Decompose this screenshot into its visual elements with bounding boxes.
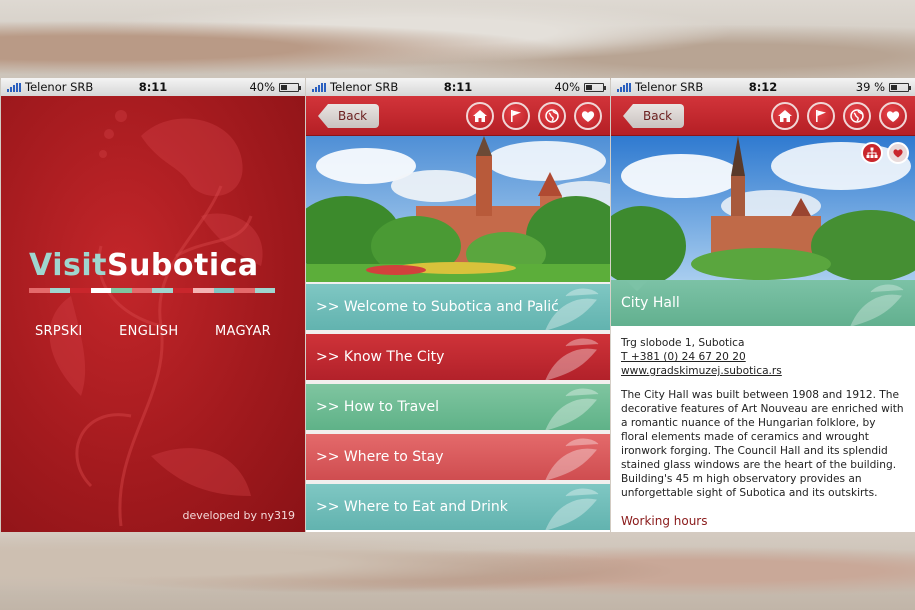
city-hall-photo (306, 136, 610, 282)
signal-icon (312, 82, 326, 92)
language-srpski-button[interactable]: SRPSKI (35, 324, 83, 339)
favorite-heart-icon[interactable] (887, 142, 909, 164)
battery-icon (584, 82, 606, 92)
menu-item-label: >> How to Travel (316, 399, 440, 415)
menu-item-label: >> Know The City (316, 349, 445, 365)
developer-credit: developed by ny319 (182, 509, 295, 522)
globe-icon[interactable] (538, 102, 566, 130)
flag-icon[interactable] (502, 102, 530, 130)
carrier-name: Telenor SRB (635, 80, 704, 94)
nav-bar: Back (306, 96, 610, 136)
battery-percent: 40% (249, 80, 275, 94)
swirl-ornament-icon (545, 288, 599, 330)
home-icon[interactable] (466, 102, 494, 130)
splash-background: VisitSubotica SRPSKI ENGLISH MAGYAR deve… (1, 96, 305, 532)
detail-info: Trg slobode 1, Subotica T +381 (0) 24 67… (611, 326, 915, 500)
battery-percent: 39 % (855, 80, 885, 94)
menu-item-where-to-eat[interactable]: >> Where to Eat and Drink (306, 484, 610, 530)
clock: 8:11 (443, 80, 473, 94)
heart-icon[interactable] (574, 102, 602, 130)
address-text: Trg slobode 1, Subotica (621, 337, 745, 349)
language-selector: SRPSKI ENGLISH MAGYAR (35, 324, 271, 339)
menu-item-welcome[interactable]: >> Welcome to Subotica and Palić (306, 284, 610, 330)
menu-item-label: >> Welcome to Subotica and Palić (316, 299, 559, 315)
page-title: City Hall (621, 295, 680, 311)
app-logo: VisitSubotica (29, 248, 259, 283)
language-magyar-button[interactable]: MAGYAR (215, 324, 271, 339)
flag-icon[interactable] (807, 102, 835, 130)
home-icon[interactable] (771, 102, 799, 130)
main-menu: >> Welcome to Subotica and Palić >> Know… (306, 282, 610, 530)
swirl-ornament-icon (850, 284, 904, 326)
background-city-top (0, 0, 915, 80)
battery-fill (891, 84, 897, 90)
status-bar: Telenor SRB 8:11 40% (1, 78, 305, 96)
carrier-name: Telenor SRB (330, 80, 399, 94)
signal-icon (7, 82, 21, 92)
phone-link[interactable]: T +381 (0) 24 67 20 20 (621, 350, 905, 364)
detail-title-bar: City Hall (611, 280, 915, 326)
detail-actions (861, 142, 909, 164)
description-text: The City Hall was built between 1908 and… (621, 389, 904, 499)
swirl-ornament-icon (545, 338, 599, 380)
back-button[interactable]: Back (623, 104, 685, 128)
website-link[interactable]: www.gradskimuzej.subotica.rs (621, 364, 905, 378)
city-hall-detail-photo (611, 136, 915, 280)
menu-item-where-to-stay[interactable]: >> Where to Stay (306, 434, 610, 480)
signal-icon (617, 82, 631, 92)
battery-icon (889, 82, 911, 92)
working-hours-label[interactable]: Working hours (621, 514, 708, 528)
clock: 8:11 (138, 80, 168, 94)
phone-screen-menu: Telenor SRB 8:11 40% Back >> Welcome to … (306, 78, 610, 532)
clock: 8:12 (748, 80, 778, 94)
logo-visit: Visit (29, 248, 107, 283)
battery-percent: 40% (554, 80, 580, 94)
battery-icon (279, 82, 301, 92)
nav-bar: Back (611, 96, 915, 136)
swirl-ornament-icon (545, 438, 599, 480)
language-english-button[interactable]: ENGLISH (119, 324, 178, 339)
back-button[interactable]: Back (318, 104, 380, 128)
swirl-ornament-icon (545, 488, 599, 530)
swirl-ornament-icon (545, 388, 599, 430)
background-city-bottom (0, 532, 915, 610)
menu-item-know-the-city[interactable]: >> Know The City (306, 334, 610, 380)
carrier-name: Telenor SRB (25, 80, 94, 94)
title-notch (625, 280, 649, 292)
phone-screen-city-hall: Telenor SRB 8:12 39 % Back City Hall Trg… (611, 78, 915, 532)
nav-icons (771, 102, 907, 130)
floral-ornament-icon (49, 110, 263, 527)
battery-fill (586, 84, 592, 90)
battery-fill (281, 84, 287, 90)
phone-screen-splash: Telenor SRB 8:11 40% VisitSubotica SRPSK… (1, 78, 305, 532)
globe-icon[interactable] (843, 102, 871, 130)
menu-item-how-to-travel[interactable]: >> How to Travel (306, 384, 610, 430)
status-bar: Telenor SRB 8:12 39 % (611, 78, 915, 96)
heart-icon[interactable] (879, 102, 907, 130)
nav-icons (466, 102, 602, 130)
logo-stripe (29, 288, 275, 293)
menu-item-label: >> Where to Stay (316, 449, 444, 465)
sitemap-icon[interactable] (861, 142, 883, 164)
menu-item-label: >> Where to Eat and Drink (316, 499, 508, 515)
status-bar: Telenor SRB 8:11 40% (306, 78, 610, 96)
logo-subotica: Subotica (106, 248, 259, 283)
